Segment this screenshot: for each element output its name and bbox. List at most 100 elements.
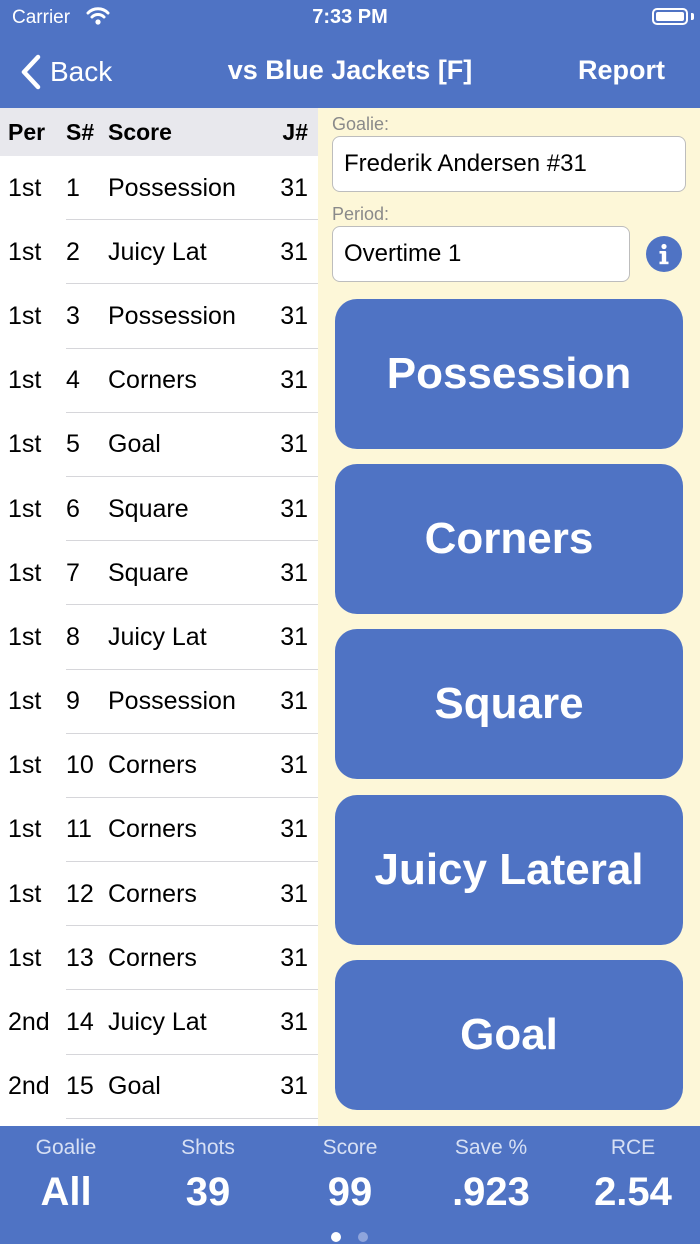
row-score: Possession [108, 687, 236, 716]
row-jersey: 31 [280, 879, 308, 908]
row-score: Juicy Lat [108, 1008, 207, 1037]
corners-button[interactable]: Corners [335, 464, 683, 614]
table-row[interactable]: 1st 3 Possession 31 [0, 284, 318, 349]
row-per: 1st [8, 301, 42, 330]
row-per: 1st [8, 430, 42, 459]
square-button[interactable]: Square [335, 629, 683, 779]
goalie-field[interactable]: Frederik Andersen #31 [332, 136, 686, 192]
row-per: 1st [8, 237, 42, 266]
table-row[interactable]: 1st 1 Possession 31 [0, 156, 318, 221]
page-dot[interactable] [358, 1232, 368, 1242]
page-dot-active[interactable] [331, 1232, 341, 1242]
row-jersey: 31 [280, 237, 308, 266]
battery-nub [691, 13, 694, 20]
row-shot: 5 [66, 430, 80, 459]
row-score: Goal [108, 430, 161, 459]
stat-label: Goalie [35, 1136, 97, 1159]
header-jersey: J# [282, 118, 308, 145]
row-score: Juicy Lat [108, 622, 207, 651]
shots-table[interactable]: Per S# Score J# 1st 1 Possession 31 1st 2 Juic… [0, 108, 318, 1126]
possession-button[interactable]: Possession [335, 299, 683, 449]
header-score: Score [108, 118, 172, 145]
row-score: Corners [108, 366, 197, 395]
row-per: 2nd [8, 1008, 50, 1037]
table-row[interactable]: 1st 8 Juicy Lat 31 [0, 605, 318, 670]
report-button[interactable]: Report [578, 55, 665, 86]
table-row[interactable]: 2nd 15 Goal 31 [0, 1055, 318, 1120]
table-row[interactable]: 1st 12 Corners 31 [0, 862, 318, 927]
stats-bar[interactable]: Goalie All Shots 39 Score 99 Save % .923… [0, 1126, 700, 1244]
stat-score: Score 99 [280, 1136, 420, 1215]
row-shot: 3 [66, 301, 80, 330]
table-row[interactable]: 1st 7 Square 31 [0, 541, 318, 606]
row-jersey: 31 [280, 687, 308, 716]
row-score: Goal [108, 1072, 161, 1101]
stat-value: All [40, 1170, 92, 1214]
row-score: Possession [108, 301, 236, 330]
row-per: 1st [8, 173, 42, 202]
row-jersey: 31 [280, 751, 308, 780]
table-row[interactable]: 1st 2 Juicy Lat 31 [0, 220, 318, 285]
row-shot: 12 [66, 879, 94, 908]
status-bar: Carrier 7:33 PM [0, 0, 700, 36]
row-shot: 13 [66, 943, 94, 972]
row-shot: 2 [66, 237, 80, 266]
nav-bar: Back vs Blue Jackets [F] Report [0, 36, 700, 108]
row-jersey: 31 [280, 1072, 308, 1101]
row-score: Juicy Lat [108, 237, 207, 266]
row-score: Corners [108, 751, 197, 780]
status-time: 7:33 PM [312, 6, 388, 28]
row-per: 1st [8, 879, 42, 908]
stat-value: .923 [452, 1170, 530, 1214]
stat-save-pct: Save % .923 [421, 1136, 561, 1215]
period-label: Period: [332, 204, 390, 224]
row-shot: 1 [66, 173, 80, 202]
row-per: 1st [8, 815, 42, 844]
row-per: 1st [8, 943, 42, 972]
row-per: 1st [8, 558, 42, 587]
period-field[interactable]: Overtime 1 [332, 226, 630, 282]
row-per: 1st [8, 494, 42, 523]
row-jersey: 31 [280, 301, 308, 330]
stat-label: RCE [610, 1136, 656, 1159]
row-shot: 9 [66, 687, 80, 716]
row-jersey: 31 [280, 494, 308, 523]
goal-button[interactable]: Goal [335, 960, 683, 1110]
top-bar: Carrier 7:33 PM Back vs Blue Jackets [F]… [0, 0, 700, 108]
row-per: 1st [8, 687, 42, 716]
table-row[interactable]: 1st 5 Goal 31 [0, 413, 318, 478]
table-row[interactable]: 1st 13 Corners 31 [0, 926, 318, 991]
goalie-label: Goalie: [332, 114, 390, 134]
juicy-lateral-button[interactable]: Juicy Lateral [335, 795, 683, 945]
table-row[interactable]: 1st 9 Possession 31 [0, 670, 318, 734]
row-jersey: 31 [280, 558, 308, 587]
row-shot: 4 [66, 366, 80, 395]
stat-label: Save % [454, 1136, 528, 1159]
table-row[interactable]: 1st 4 Corners 31 [0, 349, 318, 413]
row-shot: 11 [66, 815, 92, 844]
row-jersey: 31 [280, 622, 308, 651]
stat-value: 99 [327, 1170, 373, 1214]
scoring-panel: Goalie: Frederik Andersen #31 Period: Ov… [318, 108, 700, 1126]
row-jersey: 31 [280, 815, 308, 844]
table-row[interactable]: 1st 10 Corners 31 [0, 734, 318, 799]
stat-label: Score [322, 1136, 378, 1159]
row-shot: 7 [66, 558, 80, 587]
row-shot: 14 [66, 1008, 94, 1037]
row-score: Corners [108, 943, 197, 972]
table-row[interactable]: 2nd 14 Juicy Lat 31 [0, 990, 318, 1055]
info-icon[interactable] [646, 236, 682, 272]
row-score: Square [108, 558, 189, 587]
table-body: 1st 1 Possession 31 1st 2 Juicy Lat 31 1st 3 Posse… [0, 156, 318, 1120]
table-row[interactable]: 1st 11 Corners 31 [0, 798, 318, 863]
row-shot: 15 [66, 1072, 94, 1101]
row-per: 1st [8, 622, 42, 651]
row-per: 1st [8, 751, 42, 780]
stat-rce: RCE 2.54 [563, 1136, 700, 1215]
header-shot: S# [66, 118, 95, 145]
table-row[interactable]: 1st 6 Square 31 [0, 477, 318, 542]
battery-icon [652, 8, 688, 25]
row-jersey: 31 [280, 943, 308, 972]
stat-value: 39 [185, 1170, 231, 1214]
row-per: 2nd [8, 1072, 50, 1101]
